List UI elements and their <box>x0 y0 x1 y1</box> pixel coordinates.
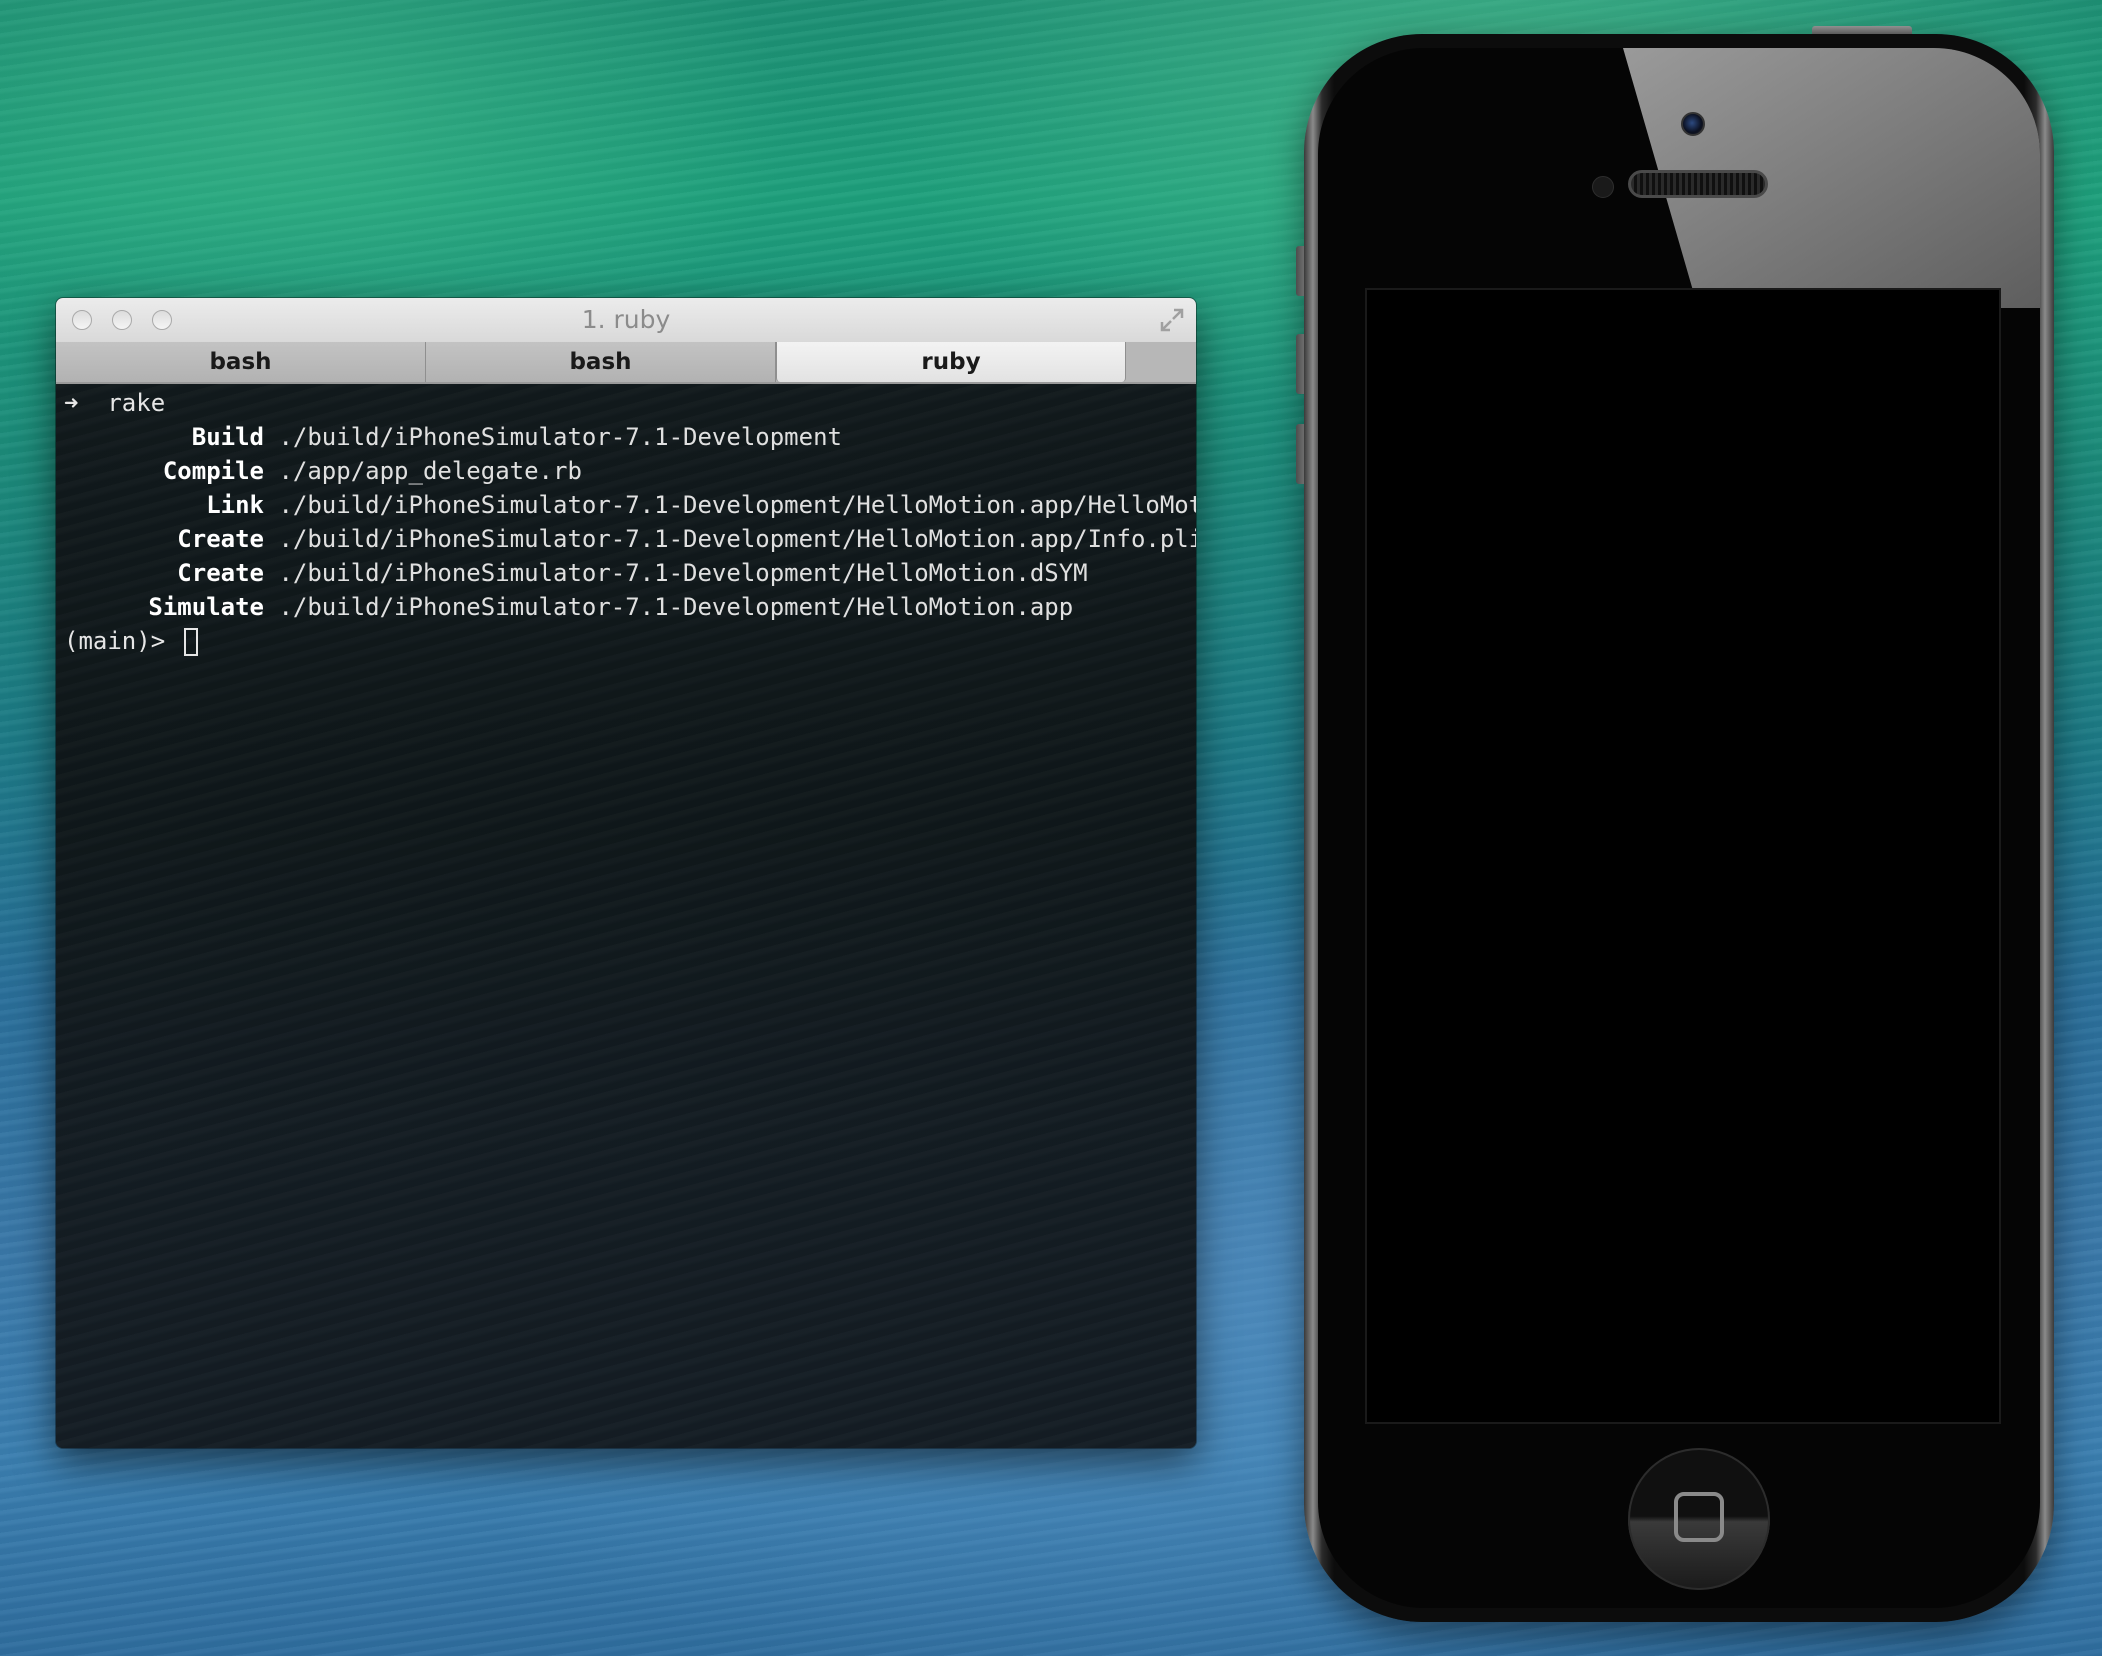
output-path: ./build/iPhoneSimulator-7.1-Development/… <box>278 491 1196 519</box>
output-path: ./build/iPhoneSimulator-7.1-Development/… <box>278 593 1074 621</box>
repl-prompt: (main)> <box>64 627 166 655</box>
home-button[interactable] <box>1628 1448 1770 1590</box>
terminal-window[interactable]: 1. ruby bash bash ruby ➜ rake Build ./bu… <box>56 298 1196 1448</box>
output-line: Link ./build/iPhoneSimulator-7.1-Develop… <box>64 488 1196 522</box>
output-line: Build ./build/iPhoneSimulator-7.1-Develo… <box>64 420 842 454</box>
output-line: Simulate ./build/iPhoneSimulator-7.1-Dev… <box>64 590 1073 624</box>
output-line: Create ./build/iPhoneSimulator-7.1-Devel… <box>64 556 1088 590</box>
front-camera-icon <box>1681 112 1705 136</box>
window-title: 1. ruby <box>581 305 671 334</box>
fullscreen-icon[interactable] <box>1158 306 1186 334</box>
phone-bezel <box>1318 48 2040 1608</box>
output-label: Compile <box>162 457 264 485</box>
command-line: ➜ rake <box>64 386 165 420</box>
text-cursor <box>183 628 198 656</box>
output-label: Link <box>206 491 264 519</box>
prompt-arrow-icon: ➜ <box>64 389 79 417</box>
output-path: ./build/iPhoneSimulator-7.1-Development <box>278 423 842 451</box>
output-path: ./build/iPhoneSimulator-7.1-Development/… <box>278 525 1196 553</box>
tab-bash-2[interactable]: bash <box>426 342 776 382</box>
home-square-icon <box>1674 1492 1724 1542</box>
output-line: Create ./build/iPhoneSimulator-7.1-Devel… <box>64 522 1196 556</box>
tab-bash-1[interactable]: bash <box>56 342 426 382</box>
iphone-simulator[interactable] <box>1296 26 2054 1622</box>
output-label: Simulate <box>148 593 264 621</box>
title-bar[interactable]: 1. ruby <box>56 298 1196 343</box>
tab-ruby[interactable]: ruby <box>776 342 1126 382</box>
output-label: Create <box>177 559 264 587</box>
output-line: Compile ./app/app_delegate.rb <box>64 454 582 488</box>
output-path: ./build/iPhoneSimulator-7.1-Development/… <box>278 559 1088 587</box>
tab-bar: bash bash ruby <box>56 342 1196 384</box>
phone-frame <box>1304 34 2054 1622</box>
output-path: ./app/app_delegate.rb <box>278 457 582 485</box>
repl-line[interactable]: (main)> <box>64 624 198 658</box>
terminal-output[interactable]: ➜ rake Build ./build/iPhoneSimulator-7.1… <box>56 384 1196 1448</box>
command-text: rake <box>107 389 166 417</box>
output-label: Build <box>191 423 264 451</box>
phone-screen[interactable] <box>1365 288 2001 1424</box>
output-label: Create <box>177 525 264 553</box>
earpiece-speaker <box>1628 170 1768 198</box>
proximity-sensor <box>1592 176 1614 198</box>
